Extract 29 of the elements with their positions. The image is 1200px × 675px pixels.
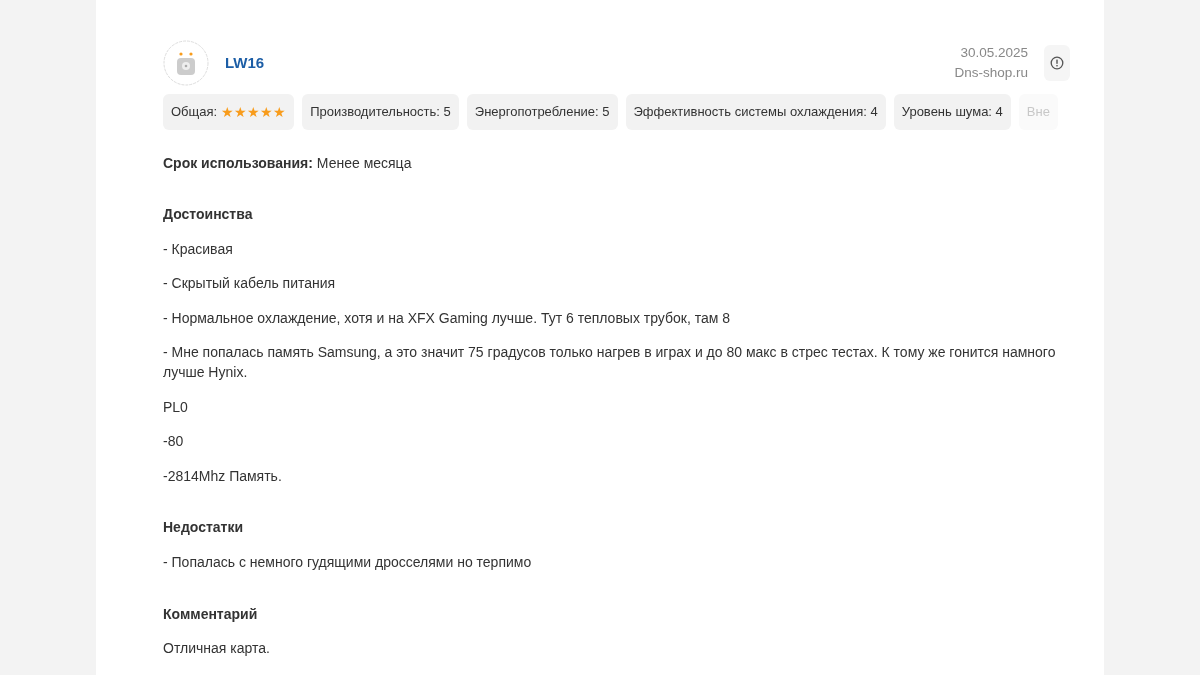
review-text: -80 bbox=[163, 432, 185, 452]
author-link[interactable]: LW16 bbox=[225, 51, 265, 75]
review-text: Отличная карта. bbox=[163, 639, 271, 659]
star-icon: ★ bbox=[260, 104, 274, 119]
rating-tag: Эффективность системы охлаждения: 4 bbox=[625, 94, 886, 130]
review-text: - Красивая bbox=[163, 239, 234, 259]
review-text: - Нормальное охлаждение, хотя и на XFX Gaming лучше. Тут 6 тепловых трубок, там 8 bbox=[163, 308, 732, 328]
star-icon: ★ bbox=[247, 104, 261, 119]
avatar-icon bbox=[163, 40, 209, 86]
rating-tag: Производительность: 5 bbox=[302, 94, 459, 130]
section-heading: Комментарий bbox=[163, 604, 259, 624]
review-source: Dns-shop.ru bbox=[954, 64, 1028, 82]
rating-label: Общая: bbox=[171, 103, 218, 121]
usage-text: Срок использования: Менее месяца bbox=[163, 153, 413, 173]
rating-tag: Уровень шума: 4 bbox=[893, 94, 1011, 130]
star-icon: ★ bbox=[221, 104, 235, 119]
review-text: -2814Mhz Память. bbox=[163, 466, 283, 486]
info-icon bbox=[1050, 56, 1064, 70]
star-icon: ★ bbox=[234, 104, 248, 119]
section-heading: Достоинства bbox=[163, 205, 254, 225]
star-icon: ★ bbox=[273, 104, 287, 119]
review-text: - Скрытый кабель питания bbox=[163, 274, 337, 294]
review-text: - Мне попалась память Samsung, а это значит 75 градусов только нагрев в играх и до 80 макс в стрес тестах. К тому же гонится намного лучше Hynix. bbox=[163, 343, 1057, 383]
section-heading: Недостатки bbox=[163, 518, 245, 538]
rating-tag: Энергопотребление: 5 bbox=[466, 94, 618, 130]
review-date: 30.05.2025 bbox=[959, 43, 1028, 62]
review-text: - Попалась с немного гудящими дросселями но терпимо bbox=[163, 553, 533, 573]
review-text: PL0 bbox=[163, 397, 189, 417]
report-button[interactable] bbox=[1044, 45, 1070, 81]
